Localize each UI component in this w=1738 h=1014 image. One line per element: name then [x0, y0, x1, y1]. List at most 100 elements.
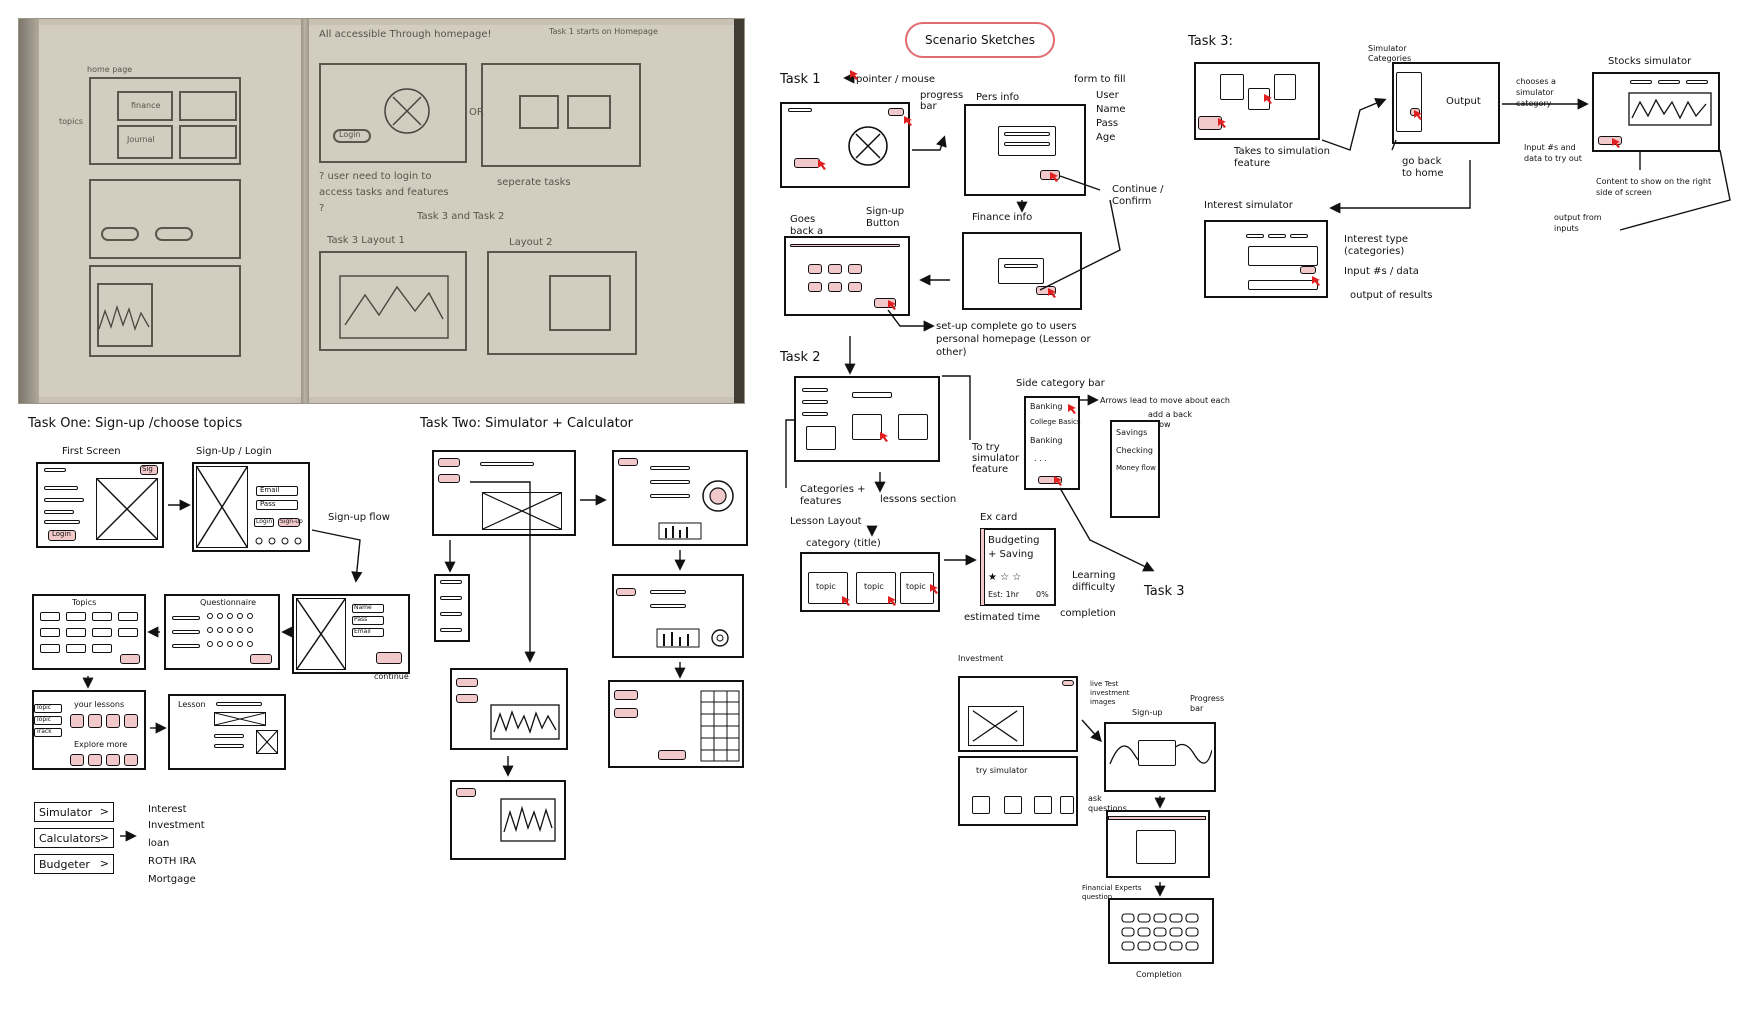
topic-tile	[92, 644, 112, 653]
topic-tile	[40, 644, 60, 653]
t2-bar	[650, 590, 686, 594]
chevron-right-icon: >	[99, 805, 109, 818]
side-sub-item: Checking	[1116, 446, 1153, 455]
pencil-question-note: ? user need to login to access tasks and…	[319, 171, 449, 214]
t2-menu-highlight	[456, 694, 478, 703]
pointer-mouse-label: pointer / mouse	[856, 74, 936, 85]
t3-bar	[1630, 80, 1652, 84]
q-radio-dots-icon	[207, 613, 253, 647]
arrows-lead-label: Arrows lead to move about each	[1100, 396, 1230, 405]
pencil-finance-label: finance	[131, 101, 161, 110]
t2-bar	[650, 604, 686, 608]
content-right-label: Content to show on the right side of scr…	[1596, 177, 1712, 197]
explore-card	[124, 754, 138, 766]
signup-login-btn-label: Login	[256, 518, 273, 525]
t2-menu-highlight	[614, 708, 638, 718]
budgeter-nav-button: Budgeter >	[34, 854, 114, 874]
ex-card-est: Est: 1hr	[988, 590, 1020, 599]
calc-item: Mortgage	[148, 874, 196, 885]
lesson-card	[88, 714, 102, 728]
pencil-layout1-chart-icon	[339, 275, 449, 339]
t2-bar	[650, 466, 690, 470]
pers-info-label: Pers info	[976, 92, 1020, 103]
side-item-2: Topic	[36, 716, 52, 723]
t3-int-input-box	[1248, 246, 1318, 266]
inv-signup-label: Sign-up	[1132, 708, 1163, 717]
t1-finance-continue	[1036, 286, 1056, 295]
budgeter-nav-label: Budgeter	[39, 857, 90, 871]
t1-tile	[828, 282, 842, 292]
fs-text-bar-2	[44, 498, 84, 502]
email-field-label: Email	[354, 628, 371, 635]
form-continue-button	[376, 652, 402, 664]
inv-progress-bar-label: Progress bar	[1190, 694, 1225, 713]
pencil-confirm-btn	[155, 227, 193, 241]
progress-bar-label: progress bar	[920, 90, 964, 112]
pencil-home-page-label: home page	[87, 65, 133, 74]
pencil-cancel-btn	[101, 227, 139, 241]
simulator-nav-button: Simulator >	[34, 802, 114, 822]
t2-menu-item	[440, 596, 462, 600]
t1-form-bar	[1004, 142, 1050, 146]
completion-label: completion	[1060, 608, 1116, 619]
topic-tile	[118, 628, 138, 637]
side-category-bar-label: Side category bar	[1016, 378, 1105, 389]
inv-tile	[1034, 796, 1052, 814]
inv-completion-grid-icon	[1121, 913, 1199, 951]
q-bar	[172, 630, 200, 634]
topic-tile	[92, 612, 112, 621]
interest-type-label: Interest type (categories)	[1344, 234, 1409, 257]
task3-label: Task 3:	[1188, 34, 1233, 49]
form-field-user: User	[1096, 90, 1119, 101]
sig-label: Sig	[142, 465, 153, 473]
lesson-label: Lesson	[178, 700, 206, 709]
signup-dots-icon	[255, 537, 302, 545]
your-lessons-label: your lessons	[74, 700, 125, 709]
lesson-card	[106, 714, 120, 728]
t2s-card	[852, 414, 882, 440]
table-grid-icon	[700, 690, 740, 762]
image-placeholder-icon	[848, 126, 888, 166]
task2-label: Task 2	[780, 350, 821, 365]
ex-card-accent	[980, 528, 985, 606]
chevron-right-icon: >	[99, 831, 109, 844]
t1-bar	[788, 108, 812, 112]
t3-int-output-box	[1248, 280, 1318, 290]
pencil-topics-label: topics	[59, 117, 83, 126]
lesson-image	[214, 712, 266, 726]
t3-selected-category	[1410, 108, 1420, 116]
simulator-nav-label: Simulator	[39, 805, 93, 819]
input-data-label: Input #s and data to try out	[1524, 143, 1582, 163]
pencil-separate-tasks: seperate tasks	[497, 177, 571, 188]
fs-text-bar-3	[44, 510, 74, 514]
pencil-accessible-note: All accessible Through homepage!	[319, 29, 492, 40]
form-field-age: Age	[1096, 132, 1116, 143]
signup-button-label: Sign-up Button	[866, 206, 905, 229]
t1-form-bar	[1004, 132, 1050, 136]
scenario-sketches-title-cloud: Scenario Sketches	[905, 22, 1055, 58]
signup-signup-btn-label: Sign-up	[280, 518, 303, 525]
t3-side-list	[1396, 72, 1422, 132]
t2s-bar	[852, 392, 892, 398]
task-two-heading: Task Two: Simulator + Calculator	[420, 416, 633, 431]
side-sub-item: Savings	[1116, 428, 1148, 437]
live-investment-label: live Test investment images	[1090, 680, 1130, 706]
learning-difficulty-label: Learning difficulty	[1072, 570, 1116, 593]
lesson-card	[124, 714, 138, 728]
t1-finance-box	[998, 258, 1044, 284]
lessons-section-label: lessons section	[880, 494, 957, 505]
questionnaire-label: Questionnaire	[200, 598, 257, 607]
t2-menu-item	[440, 628, 462, 632]
login-label: Login	[52, 530, 71, 538]
t1-tile	[828, 264, 842, 274]
t2-menu-item	[440, 612, 462, 616]
topic-label: topic	[864, 582, 884, 591]
calc-item: Interest	[148, 804, 187, 815]
task-one-heading: Task One: Sign-up /choose topics	[28, 416, 243, 431]
pencil-box-2	[179, 91, 237, 121]
calc-item: ROTH IRA	[148, 856, 196, 867]
notebook-photo: home page topics finance Journal All acc…	[18, 18, 745, 404]
pencil-image-placeholder-icon	[384, 88, 430, 134]
side-item-1: Topic	[36, 704, 52, 711]
side-cat-item: Banking	[1030, 402, 1063, 411]
